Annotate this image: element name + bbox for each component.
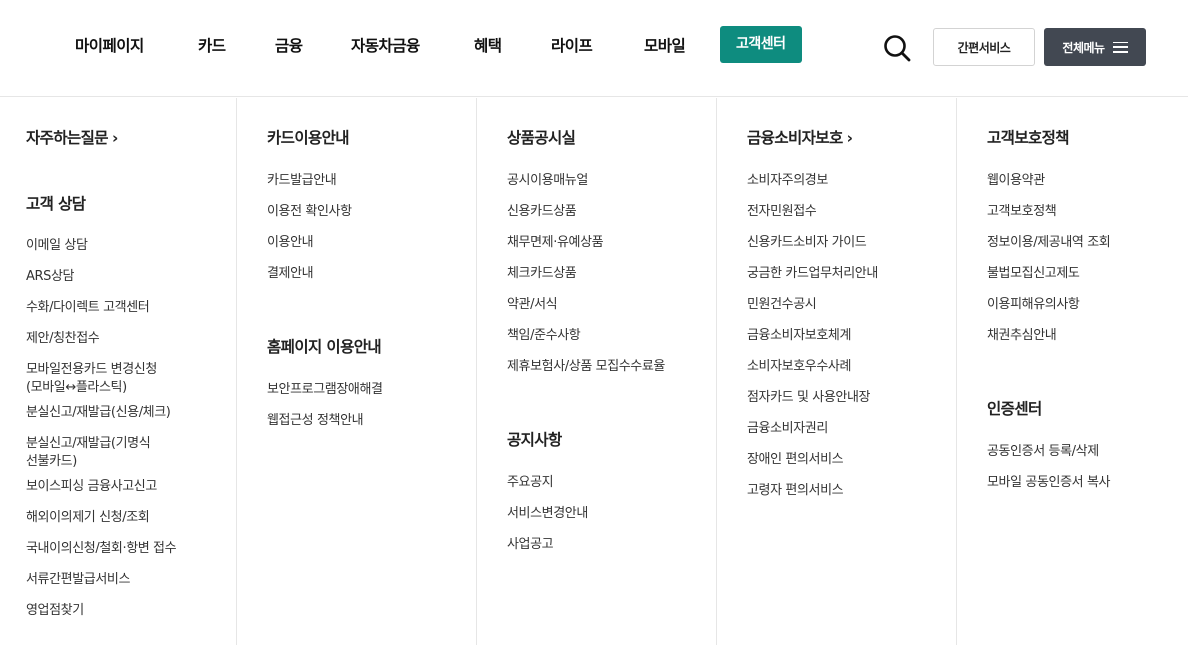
- menu-link[interactable]: 서류간편발급서비스: [26, 571, 130, 589]
- menu-link[interactable]: 서비스변경안내: [507, 505, 588, 523]
- menu-link[interactable]: 고령자 편의서비스: [747, 482, 844, 500]
- menu-column-3: 상품공시실 공시이용매뉴얼 신용카드상품 채무면제·유예상품 체크카드상품 약관…: [476, 98, 716, 645]
- section-title-notice: 공지사항: [507, 431, 562, 449]
- section-title-card-guide: 카드이용안내: [267, 129, 350, 147]
- menu-column-5: 고객보호정책 웹이용약관 고객보호정책 정보이용/제공내역 조회 불법모집신고제…: [956, 98, 1188, 645]
- menu-link[interactable]: 주요공지: [507, 474, 554, 492]
- site-header: 마이페이지 카드 금융 자동차금융 혜택 라이프 모바일 고객센터 간편서비스 …: [0, 0, 1188, 97]
- menu-link[interactable]: 보안프로그램장애해결: [267, 381, 383, 399]
- menu-link[interactable]: 웹접근성 정책안내: [267, 412, 364, 430]
- menu-link[interactable]: 사업공고: [507, 536, 554, 554]
- section-title-homepage-guide: 홈페이지 이용안내: [267, 338, 382, 356]
- all-menu-button[interactable]: 전체메뉴: [1044, 28, 1146, 66]
- simple-service-button[interactable]: 간편서비스: [933, 28, 1035, 66]
- gnb-item-customer-center[interactable]: 고객센터: [720, 26, 802, 63]
- menu-link[interactable]: 결제안내: [267, 265, 314, 283]
- menu-column-1: 자주하는질문 › 고객 상담 이메일 상담 ARS상담 수화/다이렉트 고객센터 …: [0, 98, 236, 645]
- menu-link[interactable]: 분실신고/재발급(신용/체크): [26, 404, 171, 422]
- menu-link[interactable]: 공시이용매뉴얼: [507, 172, 588, 190]
- menu-link[interactable]: 공동인증서 등록/삭제: [987, 443, 1099, 461]
- menu-link[interactable]: 점자카드 및 사용안내장: [747, 389, 870, 407]
- menu-link[interactable]: 모바일전용카드 변경신청 (모바일↔플라스틱): [26, 361, 226, 397]
- chevron-right-icon: ›: [111, 129, 118, 147]
- menu-link[interactable]: 체크카드상품: [507, 265, 577, 283]
- menu-link[interactable]: 제안/칭찬접수: [26, 330, 100, 348]
- menu-column-2: 카드이용안내 카드발급안내 이용전 확인사항 이용안내 결제안내 홈페이지 이용…: [236, 98, 476, 645]
- all-menu-label: 전체메뉴: [1062, 40, 1105, 55]
- menu-link[interactable]: 금융소비자권리: [747, 420, 828, 438]
- gnb-item-card[interactable]: 카드: [198, 34, 226, 56]
- menu-link[interactable]: 금융소비자보호체계: [747, 327, 851, 345]
- menu-link[interactable]: 책임/준수사항: [507, 327, 581, 345]
- gnb-item-mobile[interactable]: 모바일: [644, 34, 686, 56]
- section-title-consult: 고객 상담: [26, 195, 86, 213]
- menu-link[interactable]: 보이스피싱 금융사고신고: [26, 478, 157, 496]
- search-icon: [884, 35, 911, 62]
- menu-link[interactable]: 소비자보호우수사례: [747, 358, 851, 376]
- menu-link[interactable]: 카드발급안내: [267, 172, 337, 190]
- menu-link[interactable]: 전자민원접수: [747, 203, 817, 221]
- menu-link[interactable]: 영업점찾기: [26, 602, 84, 620]
- menu-link[interactable]: 정보이용/제공내역 조회: [987, 234, 1111, 252]
- menu-link[interactable]: 약관/서식: [507, 296, 558, 314]
- menu-column-4: 금융소비자보호 › 소비자주의경보 전자민원접수 신용카드소비자 가이드 궁금한 …: [716, 98, 956, 645]
- gnb-item-mypage[interactable]: 마이페이지: [75, 34, 144, 56]
- menu-link[interactable]: 웹이용약관: [987, 172, 1045, 190]
- menu-link[interactable]: 민원건수공시: [747, 296, 817, 314]
- menu-link[interactable]: 이메일 상담: [26, 237, 88, 255]
- menu-link[interactable]: 해외이의제기 신청/조회: [26, 509, 150, 527]
- hamburger-icon: [1112, 41, 1128, 53]
- menu-link[interactable]: 이용전 확인사항: [267, 203, 352, 221]
- menu-link[interactable]: 불법모집신고제도: [987, 265, 1080, 283]
- gnb-item-auto-finance[interactable]: 자동차금융: [351, 34, 420, 56]
- menu-link[interactable]: 분실신고/재발급(기명식 선불카드): [26, 435, 226, 471]
- search-button[interactable]: [880, 31, 914, 65]
- gnb-item-finance[interactable]: 금융: [275, 34, 303, 56]
- menu-link[interactable]: 모바일 공동인증서 복사: [987, 474, 1110, 492]
- menu-link[interactable]: 채권추심안내: [987, 327, 1057, 345]
- menu-link[interactable]: 제휴보험사/상품 모집수수료율: [507, 358, 665, 376]
- section-title-faq[interactable]: 자주하는질문 ›: [26, 126, 118, 148]
- menu-link[interactable]: 채무면제·유예상품: [507, 234, 604, 252]
- menu-link[interactable]: 궁금한 카드업무처리안내: [747, 265, 878, 283]
- section-title-customer-policy: 고객보호정책: [987, 129, 1070, 147]
- gnb-item-life[interactable]: 라이프: [551, 34, 593, 56]
- menu-link[interactable]: ARS상담: [26, 268, 75, 286]
- menu-link[interactable]: 이용안내: [267, 234, 314, 252]
- menu-link[interactable]: 신용카드상품: [507, 203, 577, 221]
- section-title-consumer-protection[interactable]: 금융소비자보호 ›: [747, 126, 853, 148]
- section-title-product-disclosure: 상품공시실: [507, 129, 576, 147]
- mega-menu: 자주하는질문 › 고객 상담 이메일 상담 ARS상담 수화/다이렉트 고객센터 …: [0, 98, 1188, 645]
- menu-link[interactable]: 신용카드소비자 가이드: [747, 234, 867, 252]
- section-title-cert-center: 인증센터: [987, 400, 1042, 418]
- menu-link[interactable]: 소비자주의경보: [747, 172, 828, 190]
- menu-link[interactable]: 고객보호정책: [987, 203, 1057, 221]
- menu-link[interactable]: 이용피해유의사항: [987, 296, 1080, 314]
- menu-link[interactable]: 수화/다이렉트 고객센터: [26, 299, 150, 317]
- menu-link[interactable]: 국내이의신청/철회·항변 접수: [26, 540, 177, 558]
- chevron-right-icon: ›: [846, 129, 853, 147]
- gnb-item-benefit[interactable]: 혜택: [474, 34, 502, 56]
- menu-link[interactable]: 장애인 편의서비스: [747, 451, 844, 469]
